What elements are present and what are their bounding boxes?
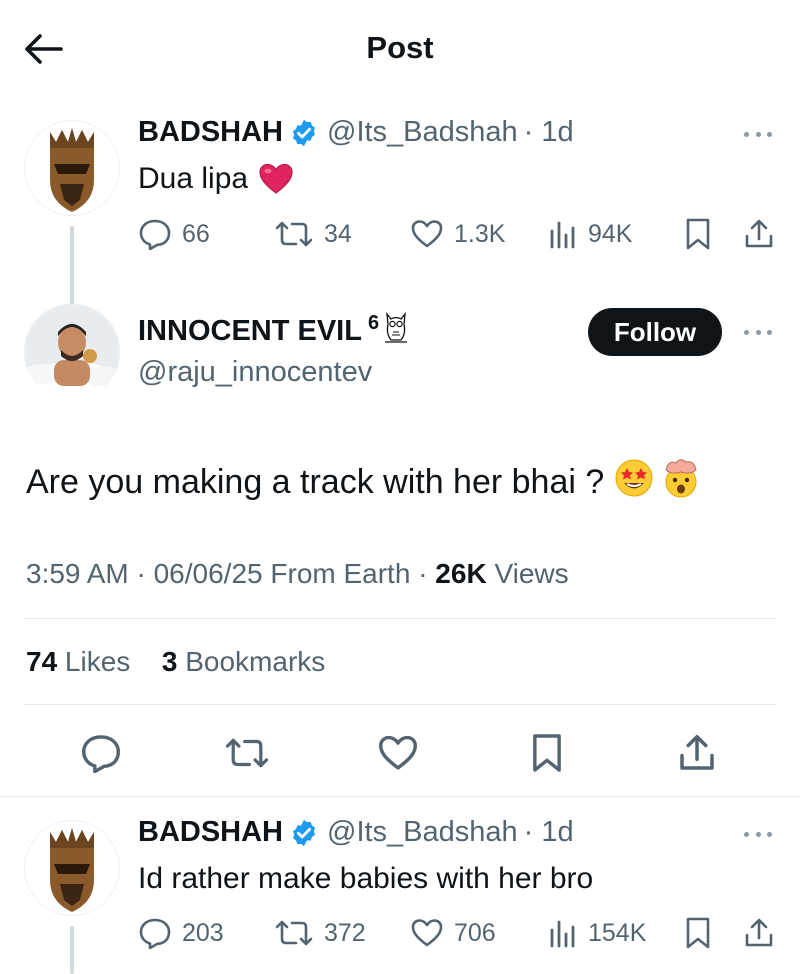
bookmarks-label: Bookmarks: [177, 646, 326, 677]
repost-icon: [225, 738, 269, 768]
engagement-stats: 74 Likes 3 Bookmarks: [26, 646, 325, 678]
share-button[interactable]: [672, 728, 722, 778]
verified-badge-icon: [289, 818, 319, 848]
like-heart-icon: [411, 220, 443, 248]
repost-count: 34: [324, 219, 352, 248]
reply-count: 203: [182, 918, 224, 947]
reply-count: 66: [182, 219, 210, 248]
tweet-text: Are you making a track with her bhai ?: [26, 463, 605, 501]
views-label: Views: [486, 558, 569, 589]
bookmark-button[interactable]: [684, 214, 712, 254]
divider: [24, 704, 776, 705]
reply-header: BADSHAH @Its_Badshah · 1d: [138, 816, 574, 849]
bookmark-button[interactable]: [684, 913, 712, 953]
share-icon: [680, 735, 714, 770]
bookmark-icon: [686, 917, 710, 949]
star-struck-emoji-icon: [614, 458, 654, 507]
views-button[interactable]: 154K: [548, 913, 646, 953]
more-options-icon[interactable]: [738, 122, 778, 146]
user-photo-avatar-icon: [24, 304, 120, 400]
main-tweet-text: Are you making a track with her bhai ?: [26, 458, 702, 507]
like-button[interactable]: 706: [410, 913, 496, 953]
post-meta: 3:59 AM · 06/06/25 From Earth · 26K View…: [26, 558, 569, 590]
likes-label: Likes: [57, 646, 131, 677]
tweet1-text: Dua lipa: [138, 162, 294, 196]
post-time: · 1d: [523, 816, 574, 848]
thread-line: [70, 926, 74, 974]
author-handle[interactable]: @Its_Badshah: [327, 116, 518, 149]
badshah-avatar[interactable]: [24, 120, 120, 216]
reply-icon: [139, 918, 171, 949]
divider: [24, 618, 776, 619]
author-handle[interactable]: @Its_Badshah: [327, 816, 518, 849]
more-options-icon[interactable]: [738, 822, 778, 846]
author-handle[interactable]: @raju_innocentev: [138, 356, 372, 389]
tweet1-actions: 66 34 1.3K 94K: [138, 214, 778, 254]
repost-icon: [275, 221, 313, 247]
reply-icon: [81, 735, 121, 773]
likes-count: 74: [26, 646, 58, 677]
crowned-mask-avatar-icon: [50, 828, 94, 912]
bookmarks-count: 3: [161, 646, 178, 677]
badshah-avatar[interactable]: [24, 820, 120, 916]
repost-button[interactable]: 372: [274, 913, 366, 953]
like-count: 706: [454, 918, 496, 947]
more-options-icon[interactable]: [738, 320, 778, 344]
crowned-mask-avatar-icon: [50, 128, 94, 212]
main-tweet-header: INNOCENT EVIL 6: [138, 311, 411, 348]
post-time: · 1d: [523, 116, 574, 148]
repost-icon: [275, 920, 313, 946]
views-chart-icon: [550, 920, 575, 948]
author-name[interactable]: BADSHAH: [138, 116, 283, 149]
share-button[interactable]: [744, 913, 774, 953]
share-icon: [745, 219, 773, 248]
reply-text: Id rather make babies with her bro: [138, 862, 594, 895]
views-count: 94K: [588, 219, 633, 248]
follow-button[interactable]: Follow: [588, 308, 722, 356]
divider: [0, 796, 800, 797]
name-suffix: 6: [367, 311, 380, 334]
like-heart-icon: [378, 735, 418, 770]
top-bar: Post: [0, 0, 800, 100]
innocent-evil-avatar[interactable]: [24, 304, 120, 400]
likes-stat[interactable]: 74 Likes: [26, 646, 130, 677]
views-count: 154K: [588, 918, 647, 947]
author-name[interactable]: BADSHAH: [138, 816, 283, 849]
tweet-text: Dua lipa: [138, 162, 249, 195]
like-heart-icon: [411, 919, 443, 947]
reply-button[interactable]: 203: [138, 913, 224, 953]
repost-button[interactable]: 34: [274, 214, 352, 254]
tweet1-header: BADSHAH @Its_Badshah · 1d: [138, 116, 574, 149]
like-button[interactable]: [373, 728, 423, 778]
reply-actions: 203 372 706 154K: [138, 913, 778, 953]
repost-button[interactable]: [222, 728, 272, 778]
reply-icon: [139, 219, 171, 250]
bookmark-icon: [686, 218, 710, 250]
post-timestamp[interactable]: 3:59 AM · 06/06/25 From Earth ·: [26, 558, 435, 589]
verified-badge-icon: [289, 118, 319, 148]
repost-count: 372: [324, 918, 366, 947]
reply-button[interactable]: [76, 728, 126, 778]
main-tweet-action-bar: [0, 728, 800, 778]
bookmark-icon: [533, 734, 561, 772]
owl-icon: [385, 311, 408, 343]
share-button[interactable]: [744, 214, 774, 254]
reply-button[interactable]: 66: [138, 214, 210, 254]
author-name[interactable]: INNOCENT EVIL: [138, 315, 362, 348]
views-count: 26K: [435, 558, 487, 589]
bookmarks-stat[interactable]: 3 Bookmarks: [162, 646, 325, 677]
like-count: 1.3K: [454, 219, 506, 248]
page-title: Post: [366, 30, 434, 65]
like-button[interactable]: 1.3K: [410, 214, 505, 254]
views-chart-icon: [550, 221, 575, 249]
share-icon: [745, 918, 773, 947]
exploding-head-emoji-icon: [660, 458, 702, 507]
red-heart-icon: [259, 163, 293, 194]
views-button[interactable]: 94K: [548, 214, 632, 254]
bookmark-button[interactable]: [522, 728, 572, 778]
